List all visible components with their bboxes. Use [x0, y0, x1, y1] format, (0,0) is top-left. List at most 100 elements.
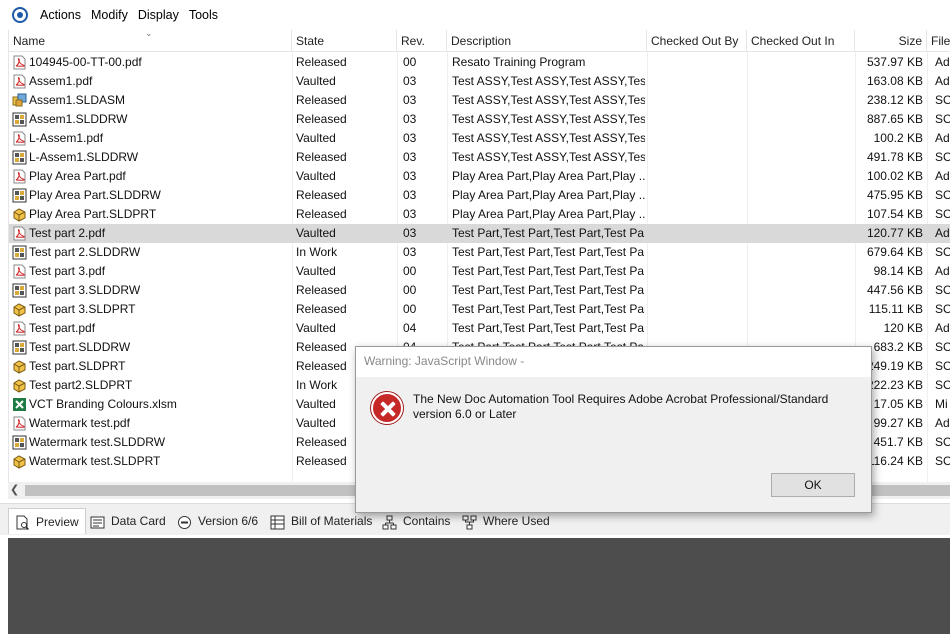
table-row[interactable]: Test part.pdf Vaulted 04 Test Part,Test Par…: [9, 319, 950, 338]
table-row[interactable]: Play Area Part.SLDPRT Released 03 Play Area…: [9, 205, 950, 224]
table-row[interactable]: Test part 2.pdf Vaulted 03 Test Part,Test P…: [9, 224, 950, 243]
app-logo-icon: [12, 7, 28, 23]
cell-file: SO: [935, 359, 950, 373]
error-icon: [371, 392, 403, 424]
column-header-rev[interactable]: Rev.: [397, 30, 447, 52]
table-row[interactable]: Test part 3.SLDDRW Released 00 Test Part,Te…: [9, 281, 950, 300]
table-row[interactable]: Assem1.SLDASM Released 03 Test ASSY,Test AS…: [9, 91, 950, 110]
dialog-title: Warning: JavaScript Window -: [356, 347, 871, 377]
cell-rev: 03: [403, 207, 417, 221]
cell-desc: Test ASSY,Test ASSY,Test ASSY,Tes...: [452, 150, 645, 164]
cell-desc: Play Area Part,Play Area Part,Play ...: [452, 207, 645, 221]
cell-file: SO: [935, 112, 950, 126]
cell-file: SO: [935, 435, 950, 449]
dialog-message: The New Doc Automation Tool Requires Ado…: [413, 392, 829, 421]
ok-button[interactable]: OK: [771, 473, 855, 497]
pdf-icon: [12, 74, 27, 89]
cell-size: 679.64 KB: [866, 245, 923, 259]
table-row[interactable]: Test part 2.SLDDRW In Work 03 Test Part,Tes…: [9, 243, 950, 262]
tab-label: Preview: [36, 514, 79, 529]
cell-name: Test part 3.SLDDRW: [29, 283, 141, 297]
cell-desc: Test Part,Test Part,Test Part,Test Part: [452, 302, 645, 316]
cell-state: Vaulted: [296, 264, 336, 278]
column-header-description[interactable]: Description: [447, 30, 647, 52]
menu-actions[interactable]: Actions: [35, 0, 86, 30]
cell-file: SO: [935, 340, 950, 354]
cell-state: Released: [296, 93, 347, 107]
drawing-icon: [12, 340, 27, 355]
cell-file: Ad: [935, 74, 950, 88]
column-header-checked-out-by[interactable]: Checked Out By: [647, 30, 747, 52]
part-icon: [12, 378, 27, 393]
part-icon: [12, 302, 27, 317]
cell-file: Ad: [935, 55, 950, 69]
version-icon: [177, 514, 192, 529]
cell-name: VCT Branding Colours.xlsm: [29, 397, 177, 411]
cell-file: SO: [935, 283, 950, 297]
column-header-checked-out-in[interactable]: Checked Out In: [747, 30, 855, 52]
table-row[interactable]: Play Area Part.SLDDRW Released 03 Play Area…: [9, 186, 950, 205]
pdf-icon: [12, 169, 27, 184]
column-header-size[interactable]: Size: [855, 30, 927, 52]
drawing-icon: [12, 188, 27, 203]
cell-rev: 00: [403, 302, 417, 316]
cell-rev: 03: [403, 93, 417, 107]
cell-file: SO: [935, 454, 950, 468]
table-row[interactable]: 104945-00-TT-00.pdf Released 00 Resato Trai…: [9, 53, 950, 72]
cell-size: 447.56 KB: [866, 283, 923, 297]
cell-file: Ad: [935, 226, 950, 240]
menu-modify[interactable]: Modify: [86, 0, 133, 30]
column-header-state[interactable]: State: [292, 30, 397, 52]
table-row[interactable]: Test part 3.pdf Vaulted 00 Test Part,Test P…: [9, 262, 950, 281]
table-row[interactable]: L-Assem1.SLDDRW Released 03 Test ASSY,Test …: [9, 148, 950, 167]
cell-size: 120.77 KB: [866, 226, 923, 240]
table-row[interactable]: Test part 3.SLDPRT Released 00 Test Part,Te…: [9, 300, 950, 319]
cell-file: SO: [935, 245, 950, 259]
cell-size: 100.02 KB: [866, 169, 923, 183]
cell-desc: Test ASSY,Test ASSY,Test ASSY,Tes...: [452, 74, 645, 88]
excel-icon: [12, 397, 27, 412]
tab-data-card[interactable]: Data Card: [90, 508, 166, 534]
cell-name: Test part 3.SLDPRT: [29, 302, 136, 316]
cell-file: Ad: [935, 321, 950, 335]
menu-tools[interactable]: Tools: [184, 0, 223, 30]
part-icon: [12, 454, 27, 469]
cell-size: 238.12 KB: [866, 93, 923, 107]
cell-state: In Work: [296, 245, 338, 259]
cell-rev: 03: [403, 112, 417, 126]
cell-size: 163.08 KB: [866, 74, 923, 88]
table-row[interactable]: Assem1.SLDDRW Released 03 Test ASSY,Test AS…: [9, 110, 950, 129]
menu-display[interactable]: Display: [133, 0, 184, 30]
column-header-file-type[interactable]: File: [927, 30, 950, 52]
table-row[interactable]: L-Assem1.pdf Vaulted 03 Test ASSY,Test ASSY…: [9, 129, 950, 148]
cell-state: Vaulted: [296, 131, 336, 145]
cell-rev: 03: [403, 150, 417, 164]
scroll-left-arrow-icon[interactable]: ❮: [10, 482, 19, 499]
table-row[interactable]: Assem1.pdf Vaulted 03 Test ASSY,Test ASSY,T…: [9, 72, 950, 91]
cell-name: L-Assem1.SLDDRW: [29, 150, 139, 164]
cell-desc: Play Area Part,Play Area Part,Play ...: [452, 169, 645, 183]
cell-name: Test part.SLDDRW: [29, 340, 131, 354]
drawing-icon: [12, 150, 27, 165]
table-row[interactable]: Play Area Part.pdf Vaulted 03 Play Area Par…: [9, 167, 950, 186]
cell-rev: 03: [403, 188, 417, 202]
cell-rev: 03: [403, 226, 417, 240]
cell-name: Test part2.SLDPRT: [29, 378, 133, 392]
part-icon: [12, 207, 27, 222]
sort-indicator-icon: ⌄: [145, 28, 153, 38]
cell-name: Watermark test.SLDPRT: [29, 454, 161, 468]
contains-icon: [382, 514, 397, 529]
cell-name: Assem1.SLDASM: [29, 93, 126, 107]
tab-label: Version 6/6: [198, 514, 259, 528]
cell-name: Assem1.SLDDRW: [29, 112, 128, 126]
bom-icon: [270, 514, 285, 529]
drawing-icon: [12, 283, 27, 298]
cell-rev: 03: [403, 131, 417, 145]
tab-label: Data Card: [111, 514, 166, 528]
cell-state: Released: [296, 55, 347, 69]
cell-size: 100.2 KB: [873, 131, 923, 145]
cell-state: Released: [296, 302, 347, 316]
tab-preview[interactable]: Preview: [8, 508, 86, 534]
drawing-icon: [12, 112, 27, 127]
tab-version[interactable]: Version 6/6: [177, 508, 258, 534]
